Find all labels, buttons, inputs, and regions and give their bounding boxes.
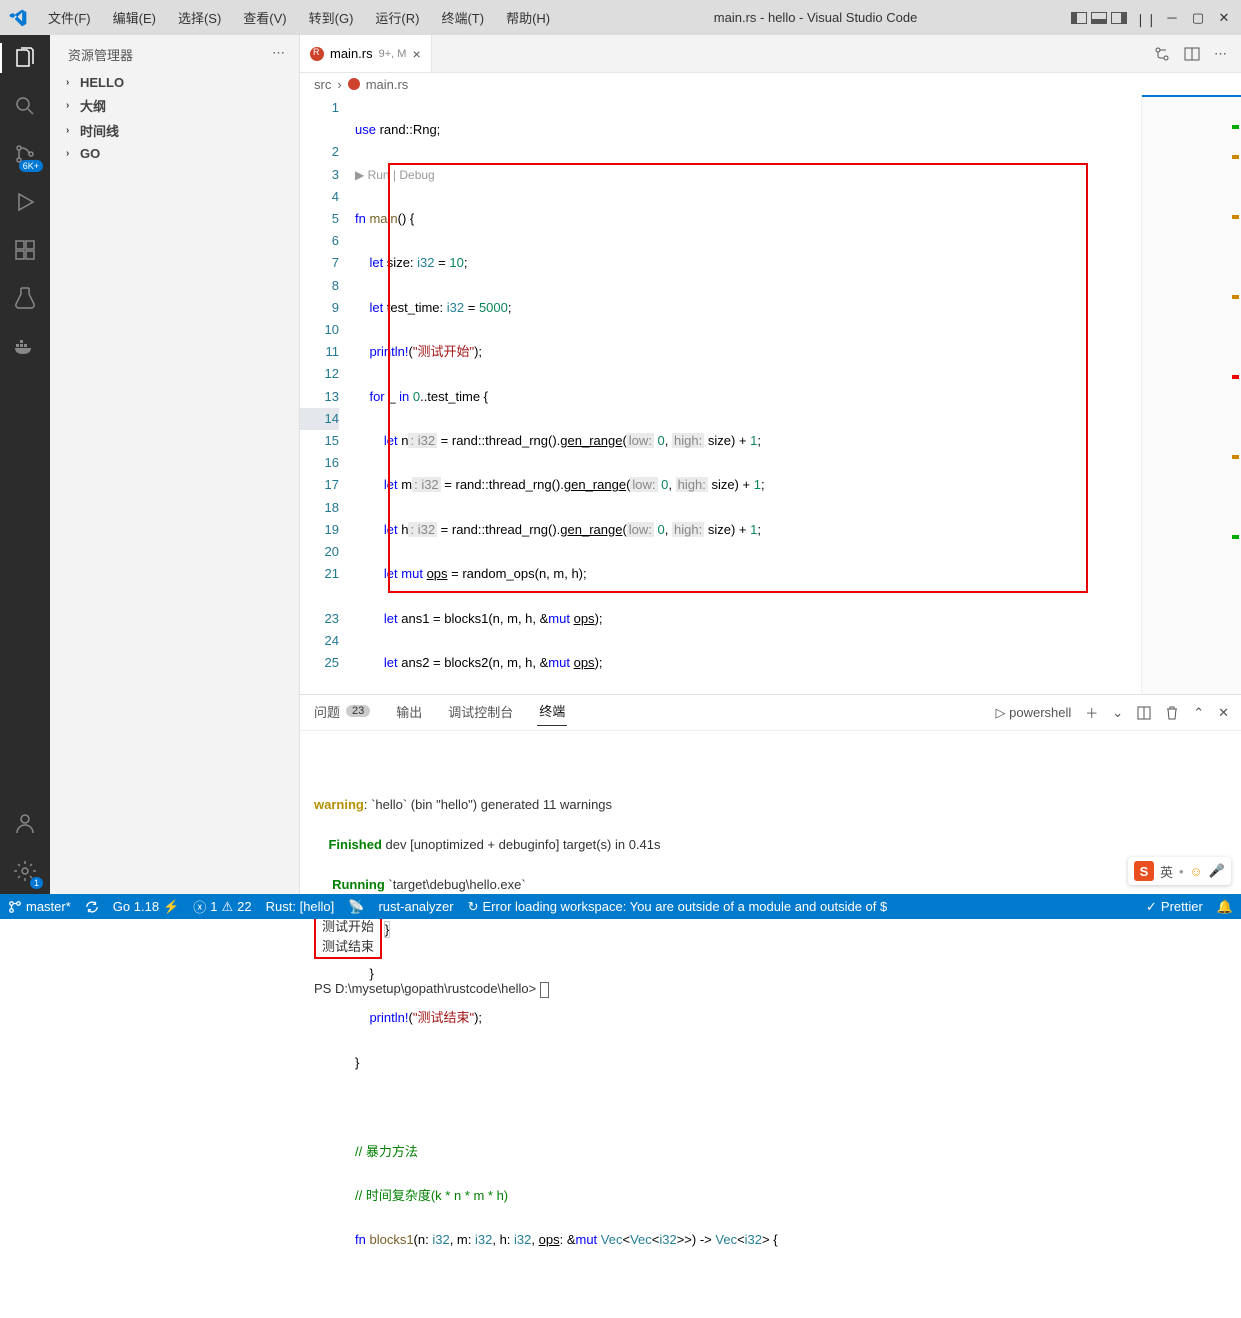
status-branch[interactable]: master* [8, 899, 71, 914]
rust-file-icon [310, 47, 324, 61]
scrollbar-track[interactable] [1230, 95, 1241, 694]
split-terminal-icon[interactable] [1137, 706, 1151, 720]
minimap[interactable] [1141, 95, 1241, 694]
menu-bar: 文件(F) 编辑(E) 选择(S) 查看(V) 转到(G) 运行(R) 终端(T… [38, 4, 560, 31]
sidebar-item-hello[interactable]: ›HELLO [60, 72, 289, 93]
tab-main-rs[interactable]: main.rs 9+, M × [300, 35, 432, 72]
status-errors-warnings[interactable]: ⓧ 1 ⚠ 22 [193, 897, 251, 916]
scm-badge: 6K+ [19, 160, 43, 172]
extensions-icon[interactable] [12, 237, 38, 263]
sogou-logo-icon: S [1134, 861, 1154, 881]
status-bar: master* Go 1.18 ⚡ ⓧ 1 ⚠ 22 Rust: [hello]… [0, 894, 1241, 919]
status-go[interactable]: Go 1.18 ⚡ [113, 899, 179, 915]
line-gutter: 1 23456789101112131415161718192021 23242… [300, 95, 355, 694]
maximize-icon[interactable]: ▢ [1189, 9, 1207, 27]
terminal-cursor [540, 982, 549, 998]
split-editor-icon[interactable] [1184, 46, 1200, 62]
status-rust[interactable]: Rust: [hello] [266, 899, 335, 914]
terminal-output[interactable]: warning: `hello` (bin "hello") generated… [300, 731, 1241, 1043]
editor-tabs: main.rs 9+, M × ⋯ [300, 35, 1241, 73]
title-bar: 文件(F) 编辑(E) 选择(S) 查看(V) 转到(G) 运行(R) 终端(T… [0, 0, 1241, 35]
code-content[interactable]: use rand::Rng; ▶ Run | Debug fn main() {… [355, 95, 1141, 694]
ime-overlay[interactable]: S 英 • ☺ 🎤 [1128, 857, 1231, 885]
status-prettier[interactable]: ✓ Prettier [1146, 899, 1203, 915]
menu-edit[interactable]: 编辑(E) [103, 4, 166, 31]
trash-icon[interactable] [1165, 706, 1179, 720]
layout-toggles[interactable]: ❘❘ [1071, 12, 1151, 24]
status-radio-icon[interactable]: 📡 [348, 899, 364, 915]
sidebar-explorer: 资源管理器 ⋯ ›HELLO ›大纲 ›时间线 ›GO [50, 35, 300, 894]
emoji-icon[interactable]: ☺ [1190, 864, 1203, 879]
menu-terminal[interactable]: 终端(T) [431, 4, 494, 31]
ime-lang[interactable]: 英 [1160, 862, 1173, 881]
status-rust-analyzer[interactable]: rust-analyzer [378, 899, 453, 914]
breadcrumb-file[interactable]: main.rs [366, 77, 409, 92]
minimize-icon[interactable]: ─ [1163, 9, 1181, 27]
vscode-logo-icon [8, 8, 28, 28]
rust-file-icon [348, 78, 360, 90]
menu-view[interactable]: 查看(V) [233, 4, 296, 31]
run-debug-icon[interactable] [12, 189, 38, 215]
chevron-down-icon[interactable]: ⌄ [1112, 705, 1123, 721]
panel-tab-debug-console[interactable]: 调试控制台 [446, 700, 515, 726]
panel-close-icon[interactable]: ✕ [1218, 705, 1229, 721]
account-icon[interactable] [12, 810, 38, 836]
tab-label: main.rs [330, 46, 373, 61]
tab-close-icon[interactable]: × [412, 46, 420, 62]
status-sync-icon[interactable] [85, 900, 99, 914]
tab-modified-badge: 9+, M [379, 48, 407, 60]
panel-expand-icon[interactable]: ⌃ [1193, 705, 1204, 721]
gear-badge: 1 [30, 877, 43, 889]
panel-tab-problems[interactable]: 问题23 [312, 700, 372, 726]
window-title: main.rs - hello - Visual Studio Code [560, 10, 1071, 25]
sidebar-item-timeline[interactable]: ›时间线 [60, 118, 289, 143]
activity-bar: 6K+ 1 [0, 35, 50, 894]
breadcrumb-folder[interactable]: src [314, 77, 331, 92]
sidebar-item-go[interactable]: ›GO [60, 143, 289, 164]
explorer-icon[interactable] [12, 45, 38, 71]
highlight-box [388, 163, 1088, 593]
menu-file[interactable]: 文件(F) [38, 4, 101, 31]
breadcrumbs[interactable]: src › main.rs [300, 73, 1241, 95]
chevron-right-icon: › [337, 77, 341, 92]
search-icon[interactable] [12, 93, 38, 119]
menu-selection[interactable]: 选择(S) [168, 4, 231, 31]
code-editor[interactable]: 1 23456789101112131415161718192021 23242… [300, 95, 1241, 694]
source-control-icon[interactable]: 6K+ [12, 141, 38, 167]
panel-tab-output[interactable]: 输出 [394, 700, 424, 726]
sidebar-title: 资源管理器 [68, 45, 133, 64]
menu-run[interactable]: 运行(R) [365, 4, 429, 31]
panel-tab-terminal[interactable]: 终端 [537, 699, 567, 726]
menu-go[interactable]: 转到(G) [299, 4, 364, 31]
window-controls: ─ ▢ ✕ [1163, 9, 1233, 27]
docker-icon[interactable] [12, 333, 38, 359]
status-loading-error[interactable]: ↻ Error loading workspace: You are outsi… [468, 899, 888, 915]
close-icon[interactable]: ✕ [1215, 9, 1233, 27]
menu-help[interactable]: 帮助(H) [496, 4, 560, 31]
tab-more-icon[interactable]: ⋯ [1214, 46, 1227, 62]
terminal-new-icon[interactable]: ＋ [1085, 703, 1098, 722]
compare-icon[interactable] [1154, 46, 1170, 62]
settings-gear-icon[interactable]: 1 [12, 858, 38, 884]
sidebar-more-icon[interactable]: ⋯ [272, 45, 285, 64]
sidebar-item-outline[interactable]: ›大纲 [60, 93, 289, 118]
status-notifications-icon[interactable]: 🔔 [1217, 899, 1233, 915]
mic-icon[interactable]: 🎤 [1209, 863, 1225, 879]
testing-icon[interactable] [12, 285, 38, 311]
bottom-panel: 问题23 输出 调试控制台 终端 ▷ powershell ＋ ⌄ ⌃ ✕ wa… [300, 694, 1241, 894]
terminal-shell-select[interactable]: ▷ powershell [996, 705, 1072, 721]
